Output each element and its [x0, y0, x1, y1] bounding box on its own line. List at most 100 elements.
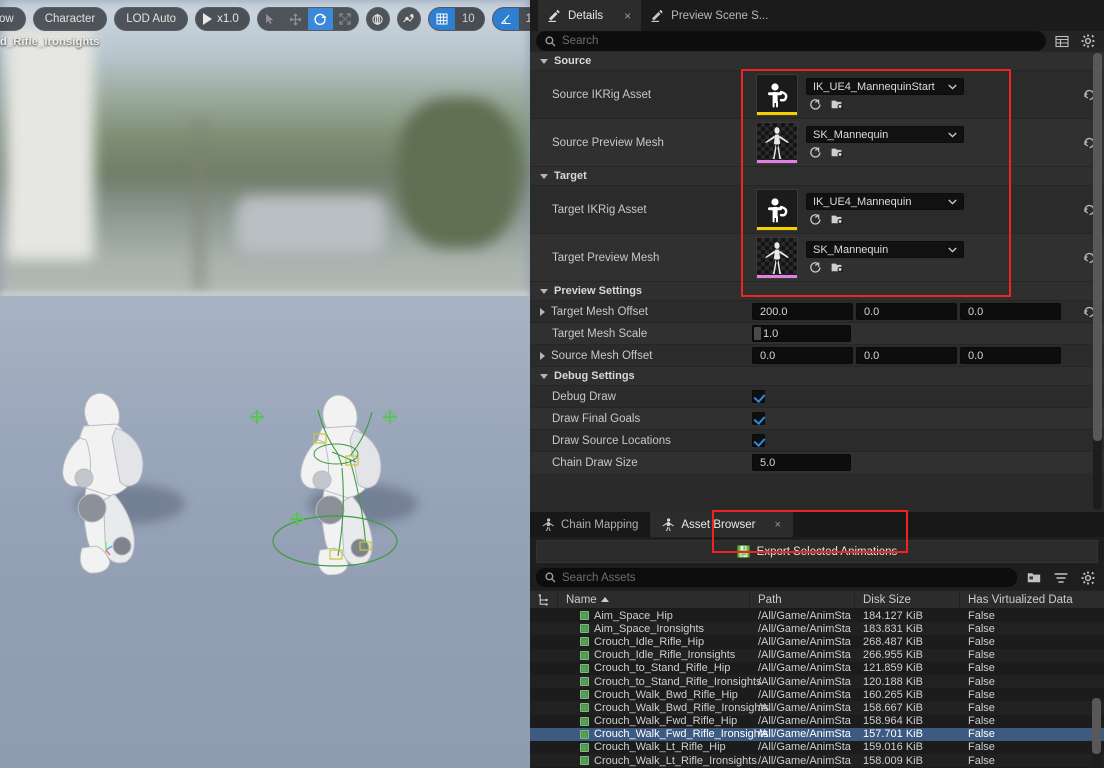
row-target-preview-mesh[interactable]: Target Preview Mesh SK_Mannequin: [530, 233, 1104, 281]
column-header-disk-size[interactable]: Disk Size: [855, 590, 960, 609]
table-row[interactable]: Crouch_Walk_Bwd_Rifle_Ironsights/All/Gam…: [530, 701, 1104, 715]
row-target-ikrig-asset[interactable]: Target IKRig Asset IK_UE4_Mannequin: [530, 185, 1104, 233]
use-selected-asset-icon[interactable]: [831, 146, 844, 159]
cell-name[interactable]: Crouch_Walk_Bwd_Rifle_Hip: [558, 688, 750, 701]
cell-name[interactable]: Crouch_Idle_Rifle_Hip: [558, 635, 750, 648]
table-row[interactable]: Crouch_Walk_Fwd_Rifle_Hip/All/Game/AnimS…: [530, 714, 1104, 728]
chain-draw-size-input[interactable]: 5.0: [752, 454, 851, 471]
target-mesh-scale-input[interactable]: 1.0: [752, 325, 851, 342]
draw-final-goals-checkbox[interactable]: [752, 412, 765, 425]
table-row[interactable]: Aim_Space_Ironsights/All/Game/AnimSta 183…: [530, 622, 1104, 636]
world-coordinate-icon[interactable]: [365, 7, 390, 31]
rotate-gizmo-icon[interactable]: [307, 8, 333, 30]
asset-table-header[interactable]: Name Path Disk Size Has Virtualized Data: [530, 590, 1104, 609]
cell-name[interactable]: Crouch_Idle_Rifle_Ironsights: [558, 649, 750, 662]
cursor-select-icon[interactable]: [258, 8, 283, 30]
hierarchy-column-icon[interactable]: [530, 590, 558, 609]
ikrig-thumbnail[interactable]: [756, 188, 798, 231]
tab-chain-mapping[interactable]: Chain Mapping: [530, 512, 650, 537]
cell-name[interactable]: Crouch_Walk_Lt_Rifle_Hip: [558, 741, 750, 754]
asset-table-scrollbar[interactable]: [1092, 698, 1101, 768]
add-content-icon[interactable]: [1024, 568, 1044, 588]
table-row[interactable]: Crouch_Walk_Fwd_Rifle_Ironsights/All/Gam…: [530, 727, 1104, 741]
table-row[interactable]: Crouch_Walk_Lt_Rifle_Ironsights/All/Game…: [530, 754, 1104, 768]
bottom-panel[interactable]: Chain Mapping Asset Browser × Export Sel…: [530, 512, 1104, 768]
gizmo-mode-group[interactable]: [256, 7, 359, 31]
playback-speed-button[interactable]: x1.0: [195, 7, 250, 31]
details-scrollbar[interactable]: [1093, 53, 1102, 510]
view-menu-button[interactable]: ow: [0, 7, 26, 31]
row-source-ikrig-asset[interactable]: Source IKRig Asset IK_UE4_MannequinStart: [530, 70, 1104, 118]
debug-draw-checkbox[interactable]: [752, 390, 765, 403]
close-icon[interactable]: ×: [775, 519, 781, 531]
skeletal-mesh-thumbnail[interactable]: [756, 121, 798, 164]
table-row[interactable]: Crouch_Idle_Rifle_Hip/All/Game/AnimSta 26…: [530, 635, 1104, 649]
target-mesh-offset-z[interactable]: 0.0: [960, 303, 1061, 320]
browse-to-asset-icon[interactable]: [809, 146, 822, 159]
surface-snap-icon[interactable]: [396, 7, 421, 31]
grid-snap-value[interactable]: 10: [455, 13, 484, 25]
cell-name[interactable]: Aim_Space_Ironsights: [558, 622, 750, 635]
section-header-source[interactable]: Source: [530, 51, 1104, 70]
asset-browser-search-row[interactable]: Search Assets: [530, 565, 1104, 590]
target-mesh-offset-x[interactable]: 200.0: [752, 303, 853, 320]
column-header-path[interactable]: Path: [750, 590, 855, 609]
target-ikrig-combobox[interactable]: IK_UE4_Mannequin: [806, 193, 964, 210]
asset-search-input[interactable]: Search Assets: [536, 568, 1017, 587]
viewport-toolbar[interactable]: ow Character LOD Auto x1.0 10: [0, 6, 530, 32]
section-header-debug-settings[interactable]: Debug Settings: [530, 366, 1104, 385]
bottom-tabbar[interactable]: Chain Mapping Asset Browser ×: [530, 512, 1104, 537]
table-row[interactable]: Aim_Space_Hip/All/Game/AnimSta 184.127 Ki…: [530, 609, 1104, 623]
row-debug-draw[interactable]: Debug Draw: [530, 385, 1104, 407]
browse-to-asset-icon[interactable]: [809, 213, 822, 226]
filter-icon[interactable]: [1051, 568, 1071, 588]
settings-gear-icon[interactable]: [1078, 31, 1098, 51]
source-preview-mesh-combobox[interactable]: SK_Mannequin: [806, 126, 964, 143]
cell-name[interactable]: Crouch_to_Stand_Rifle_Hip: [558, 662, 750, 675]
cell-name[interactable]: Crouch_Walk_Fwd_Rifle_Ironsights: [558, 728, 768, 741]
row-source-mesh-offset[interactable]: Source Mesh Offset 0.0 0.0 0.0: [530, 344, 1104, 366]
source-mesh-offset-z[interactable]: 0.0: [960, 347, 1061, 364]
table-row[interactable]: Crouch_Idle_Rifle_Ironsights/All/Game/An…: [530, 648, 1104, 662]
cell-name[interactable]: Aim_Space_Hip: [558, 609, 750, 622]
use-selected-asset-icon[interactable]: [831, 261, 844, 274]
browse-to-asset-icon[interactable]: [809, 261, 822, 274]
details-content[interactable]: Source Source IKRig Asset IK_UE4_Mannequ…: [530, 51, 1104, 512]
row-target-mesh-scale[interactable]: Target Mesh Scale 1.0: [530, 322, 1104, 344]
lod-menu-button[interactable]: LOD Auto: [114, 7, 189, 31]
character-menu-button[interactable]: Character: [32, 7, 108, 31]
column-layout-icon[interactable]: [1052, 31, 1072, 51]
asset-table-scrollbar-thumb[interactable]: [1092, 698, 1101, 754]
grid-snap-control[interactable]: 10: [427, 7, 485, 31]
details-search-input[interactable]: Search: [536, 31, 1046, 51]
row-draw-source-locations[interactable]: Draw Source Locations: [530, 429, 1104, 451]
viewport-3d[interactable]: ow Character LOD Auto x1.0 10 d_Rifle_Ir…: [0, 0, 530, 768]
target-mesh-offset-y[interactable]: 0.0: [856, 303, 957, 320]
source-mesh-offset-x[interactable]: 0.0: [752, 347, 853, 364]
cell-name[interactable]: Crouch_Walk_Bwd_Rifle_Ironsights: [558, 701, 769, 714]
asset-table-body[interactable]: Aim_Space_Hip/All/Game/AnimSta 184.127 Ki…: [530, 609, 1104, 768]
row-chain-draw-size[interactable]: Chain Draw Size 5.0: [530, 451, 1104, 473]
settings-gear-icon[interactable]: [1078, 568, 1098, 588]
column-header-has-virtualized-data[interactable]: Has Virtualized Data: [960, 590, 1104, 609]
cell-name[interactable]: Crouch_Walk_Fwd_Rifle_Hip: [558, 715, 750, 728]
tab-preview-scene-settings[interactable]: Preview Scene S...: [641, 0, 778, 31]
tab-asset-browser[interactable]: Asset Browser ×: [650, 512, 793, 537]
use-selected-asset-icon[interactable]: [831, 213, 844, 226]
details-tabbar[interactable]: Details × Preview Scene S...: [530, 0, 1104, 31]
close-icon[interactable]: ×: [624, 9, 631, 23]
details-scrollbar-thumb[interactable]: [1093, 53, 1102, 441]
section-header-preview-settings[interactable]: Preview Settings: [530, 281, 1104, 300]
browse-to-asset-icon[interactable]: [809, 98, 822, 111]
ikrig-thumbnail[interactable]: [756, 73, 798, 116]
table-row[interactable]: Crouch_Walk_Bwd_Rifle_Hip/All/Game/AnimS…: [530, 688, 1104, 702]
export-selected-animations-button[interactable]: Export Selected Animations: [536, 540, 1098, 563]
row-source-preview-mesh[interactable]: Source Preview Mesh SK_Mannequin: [530, 118, 1104, 166]
cell-name[interactable]: Crouch_to_Stand_Rifle_Ironsights: [558, 675, 762, 688]
angle-snap-control[interactable]: 10°: [491, 7, 530, 31]
tab-details[interactable]: Details ×: [538, 0, 642, 31]
source-ikrig-combobox[interactable]: IK_UE4_MannequinStart: [806, 78, 964, 95]
target-preview-mesh-combobox[interactable]: SK_Mannequin: [806, 241, 964, 258]
move-gizmo-icon[interactable]: [283, 8, 308, 30]
use-selected-asset-icon[interactable]: [831, 98, 844, 111]
